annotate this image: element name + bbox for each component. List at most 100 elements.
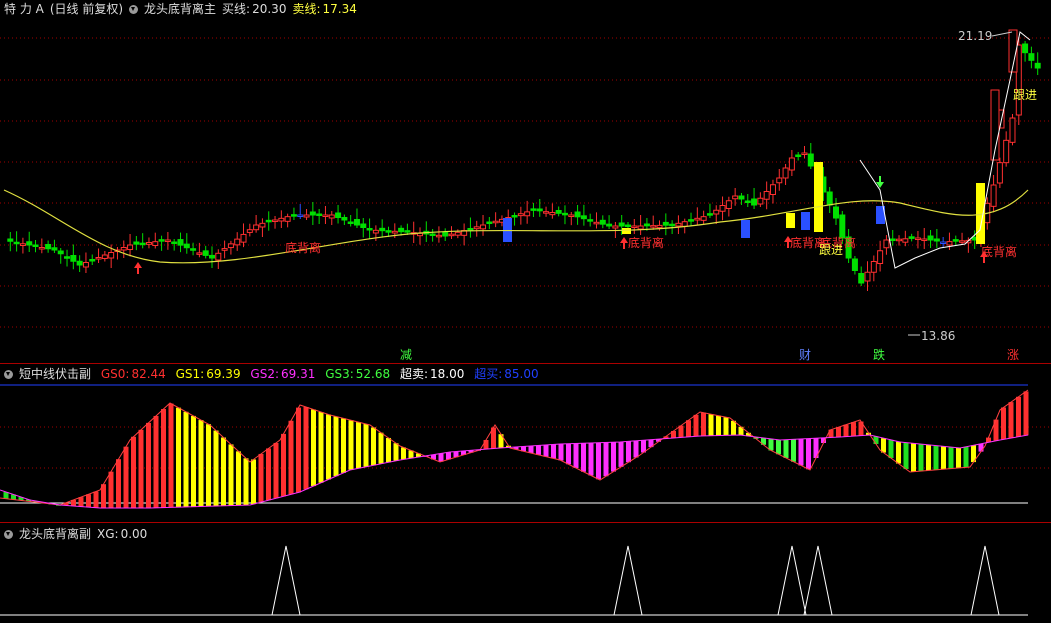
histogram-bar [131,436,136,508]
candle-body [360,223,367,228]
candle-body [757,197,764,205]
candle-body [694,217,701,221]
histogram-bar [446,452,451,460]
histogram-bar [296,407,301,493]
candle-body [272,219,279,222]
histogram-bar [588,442,594,476]
histogram-bar [63,502,69,506]
candle-body [372,229,379,234]
candle-body [76,260,83,266]
candle-body [158,239,165,242]
candle-body [480,224,487,230]
candle-body [851,258,858,271]
event-marker[interactable]: 涨 [1007,348,1019,362]
candle-body [442,231,449,237]
histogram-bar [926,444,931,471]
candle-body [858,273,865,284]
histogram-bar [311,409,316,487]
event-marker[interactable]: 财 [799,348,811,362]
histogram-bar [566,443,571,465]
candle-body [883,239,890,249]
candle-body [662,221,669,226]
main-chart[interactable] [0,0,1051,360]
overbought-value: 85.00 [504,367,539,381]
candle-body [366,228,373,231]
histogram-bar [843,424,849,437]
histogram-bar [236,451,241,506]
candle-body [38,247,45,250]
candle-body [45,244,52,250]
histogram-bar [776,439,781,455]
histogram-bar [611,442,616,472]
histogram-bar [656,439,661,442]
histogram-bar [168,403,174,508]
sub1-indicator-name[interactable]: 短中线伏击副 [19,367,91,381]
histogram-bar [78,497,84,507]
candle-body [1009,117,1016,143]
candle-body [946,241,953,246]
candle-body [391,230,398,234]
candle-body [19,243,26,246]
candle-body [675,222,682,227]
candle-body [561,212,568,216]
histogram-bar [93,491,99,508]
histogram-bar [273,442,279,499]
candle-body [265,219,272,223]
histogram-bar [386,437,391,463]
candle-body [89,259,96,262]
follow-label: 跟进 [819,243,844,257]
oversold-label: 超卖: [399,367,429,381]
candle-body [555,210,562,214]
dropdown-icon[interactable] [4,370,13,379]
histogram-bar [873,436,879,444]
histogram-bar [581,443,586,472]
histogram-bar [146,422,151,508]
candle-body [196,252,203,255]
candle-body [927,235,934,241]
candle-body [914,237,921,240]
candle-body [120,247,127,251]
candle-body [650,225,657,228]
follow-label: 跟进 [1013,88,1038,102]
candle-body [335,212,342,218]
histogram-bar [813,438,819,458]
histogram-bar [423,455,429,457]
sub2-indicator-name[interactable]: 龙头底背离副 [19,527,91,541]
histogram-bar [528,445,534,454]
histogram-bar [558,443,564,461]
histogram-bar [18,497,24,501]
candle-body [152,241,159,247]
event-marker[interactable]: 减 [400,348,412,362]
candle-body [933,238,940,242]
signal-label: 底背离 [981,245,1018,259]
candle-body [139,242,146,246]
histogram-bar [348,420,354,470]
candle-body [127,244,134,250]
candle-body [1022,43,1029,54]
signal-label: 底背离 [628,236,665,250]
histogram-bar [626,441,631,463]
histogram-bar [3,492,9,499]
signal-candle [503,218,512,242]
candle-body [492,220,499,224]
candle-body [328,214,335,219]
histogram-bar [738,426,744,436]
candle-body [776,177,783,184]
candle-body [404,230,411,233]
dropdown-icon[interactable] [4,530,13,539]
histogram-bar [468,450,474,453]
histogram-bar [138,429,144,508]
histogram-bar [206,424,211,507]
candle-body [290,214,297,217]
candle-body [643,223,650,227]
histogram-bar [723,417,729,436]
histogram-bar [911,443,916,472]
histogram-bar [596,442,601,480]
candle-body [171,241,178,244]
candle-body [669,223,676,227]
candle-body [902,238,909,243]
histogram-bar [648,439,654,448]
histogram-bar [251,459,256,505]
event-marker[interactable]: 跌 [873,348,885,362]
candle-body [896,238,903,242]
